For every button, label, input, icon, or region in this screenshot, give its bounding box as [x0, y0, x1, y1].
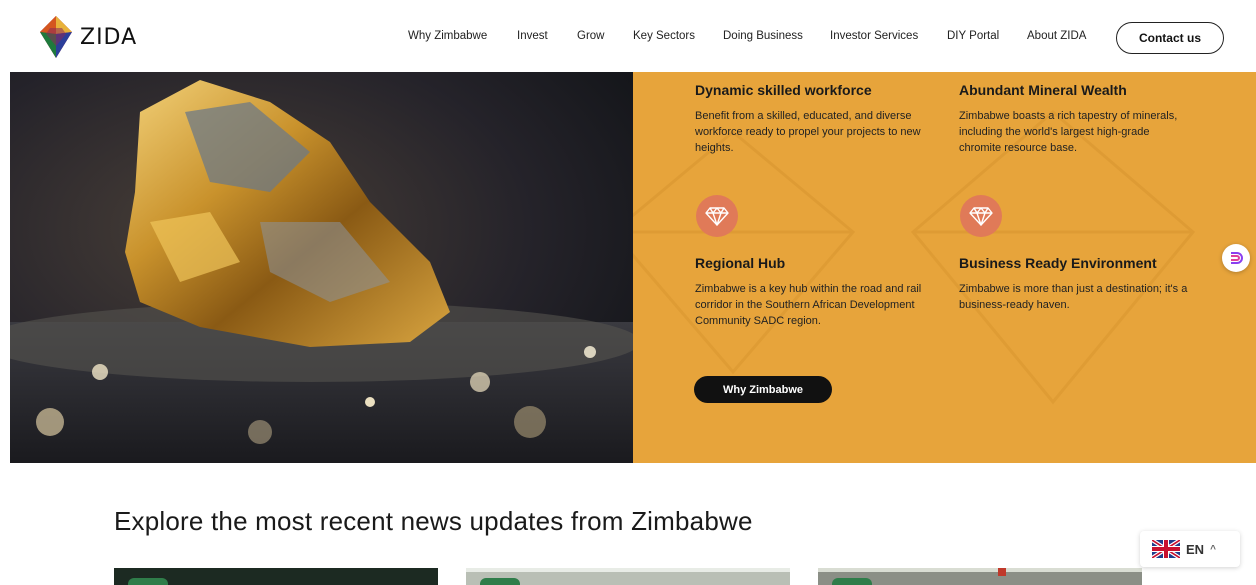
hero-gold-nugget-image	[10, 72, 633, 463]
nav-investor-services[interactable]: Investor Services	[830, 30, 918, 42]
nav-key-sectors[interactable]: Key Sectors	[633, 30, 695, 42]
news-category-badge	[128, 578, 168, 585]
news-image-detail	[998, 568, 1006, 576]
brand-name: ZIDA	[80, 24, 138, 50]
feature-regional-hub: Regional Hub Zimbabwe is a key hub withi…	[695, 255, 925, 329]
nav-grow[interactable]: Grow	[577, 30, 604, 42]
accessibility-widget-icon[interactable]	[1222, 244, 1250, 272]
news-category-badge	[480, 578, 520, 585]
site-header: ZIDA Why Zimbabwe Invest Grow Key Sector…	[0, 0, 1256, 72]
uk-flag-icon	[1152, 540, 1180, 558]
news-card[interactable]	[466, 568, 790, 585]
feature-title: Business Ready Environment	[959, 255, 1157, 271]
nav-about-zida[interactable]: About ZIDA	[1027, 30, 1086, 42]
site-logo[interactable]: ZIDA	[38, 14, 137, 60]
zida-logo-icon	[40, 16, 72, 58]
language-code: EN	[1186, 541, 1205, 557]
feature-title: Abundant Mineral Wealth	[959, 82, 1127, 98]
hero-features-panel: Dynamic skilled workforce Benefit from a…	[633, 72, 1256, 463]
feature-text: Zimbabwe boasts a rich tapestry of miner…	[959, 110, 1178, 154]
feature-text: Zimbabwe is more than just a destination…	[959, 283, 1188, 311]
nav-why-zimbabwe[interactable]: Why Zimbabwe	[408, 30, 487, 42]
feature-business-ready: Business Ready Environment Zimbabwe is m…	[959, 255, 1189, 313]
language-selector[interactable]: EN ^	[1140, 531, 1240, 567]
feature-text: Benefit from a skilled, educated, and di…	[695, 110, 921, 154]
news-image-highlight	[818, 568, 1142, 572]
nav-invest[interactable]: Invest	[517, 30, 548, 42]
feature-title: Dynamic skilled workforce	[695, 82, 872, 98]
nav-diy-portal[interactable]: DIY Portal	[947, 30, 999, 42]
nav-doing-business[interactable]: Doing Business	[723, 30, 803, 42]
news-card[interactable]	[818, 568, 1142, 585]
diamond-icon	[960, 195, 1002, 237]
feature-workforce: Dynamic skilled workforce Benefit from a…	[695, 82, 925, 156]
diamond-icon	[696, 195, 738, 237]
feature-title: Regional Hub	[695, 255, 786, 271]
feature-mineral-wealth: Abundant Mineral Wealth Zimbabwe boasts …	[959, 82, 1189, 156]
news-image-highlight	[466, 568, 790, 572]
news-category-badge	[832, 578, 872, 585]
contact-us-button[interactable]: Contact us	[1116, 22, 1224, 54]
news-section-heading: Explore the most recent news updates fro…	[114, 506, 753, 536]
feature-text: Zimbabwe is a key hub within the road an…	[695, 283, 922, 327]
news-card[interactable]	[114, 568, 438, 585]
chevron-up-icon: ^	[1210, 543, 1216, 555]
why-zimbabwe-button[interactable]: Why Zimbabwe	[694, 376, 832, 403]
